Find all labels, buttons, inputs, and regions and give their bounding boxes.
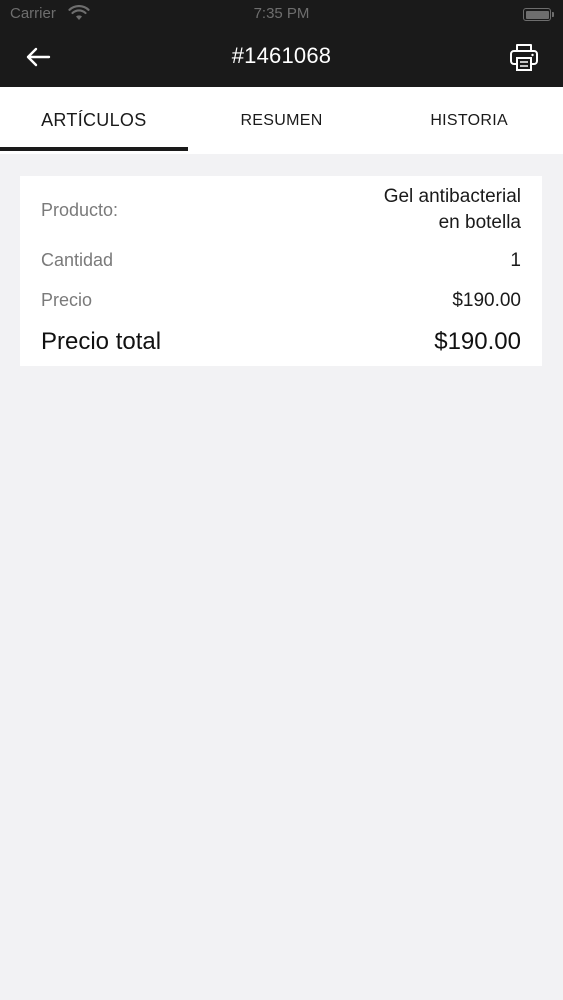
printer-icon	[510, 44, 538, 71]
total-value: $190.00	[434, 328, 521, 355]
app-header: Carrier 7:35 PM #1461068	[0, 0, 563, 87]
tab-articulos[interactable]: ARTÍCULOS	[0, 87, 188, 154]
price-label: Precio	[41, 290, 93, 310]
battery-icon	[523, 8, 554, 21]
status-bar: Carrier 7:35 PM	[0, 0, 563, 30]
battery-level	[525, 10, 549, 19]
total-row: Precio total $190.00	[41, 328, 521, 356]
price-value: $190.00	[452, 290, 521, 311]
back-button[interactable]	[20, 42, 56, 72]
quantity-row: Cantidad 1	[41, 250, 521, 272]
price-row: Precio $190.00	[41, 290, 521, 312]
quantity-value: 1	[510, 250, 521, 271]
status-time: 7:35 PM	[253, 5, 310, 22]
order-number-title: #1461068	[231, 43, 332, 68]
item-card: Producto: Gel antibacterial en botella C…	[20, 176, 542, 366]
tab-resumen[interactable]: RESUMEN	[188, 87, 376, 154]
print-button[interactable]	[507, 40, 541, 74]
product-label: Producto:	[41, 199, 119, 220]
order-detail-screen: Carrier 7:35 PM #1461068 ARTÍCULOS RESUM…	[0, 0, 563, 1000]
tab-historia[interactable]: HISTORIA	[375, 87, 563, 154]
product-name-line-2: en botella	[438, 212, 521, 233]
product-row: Producto: Gel antibacterial en botella	[41, 184, 521, 236]
tab-bar: ARTÍCULOS RESUMEN HISTORIA	[0, 87, 563, 154]
total-label: Precio total	[41, 328, 162, 355]
product-name-line-1: Gel antibacterial	[383, 186, 521, 207]
product-name: Gel antibacterial en botella	[384, 184, 521, 236]
quantity-label: Cantidad	[41, 250, 114, 270]
back-arrow-icon	[26, 47, 51, 67]
